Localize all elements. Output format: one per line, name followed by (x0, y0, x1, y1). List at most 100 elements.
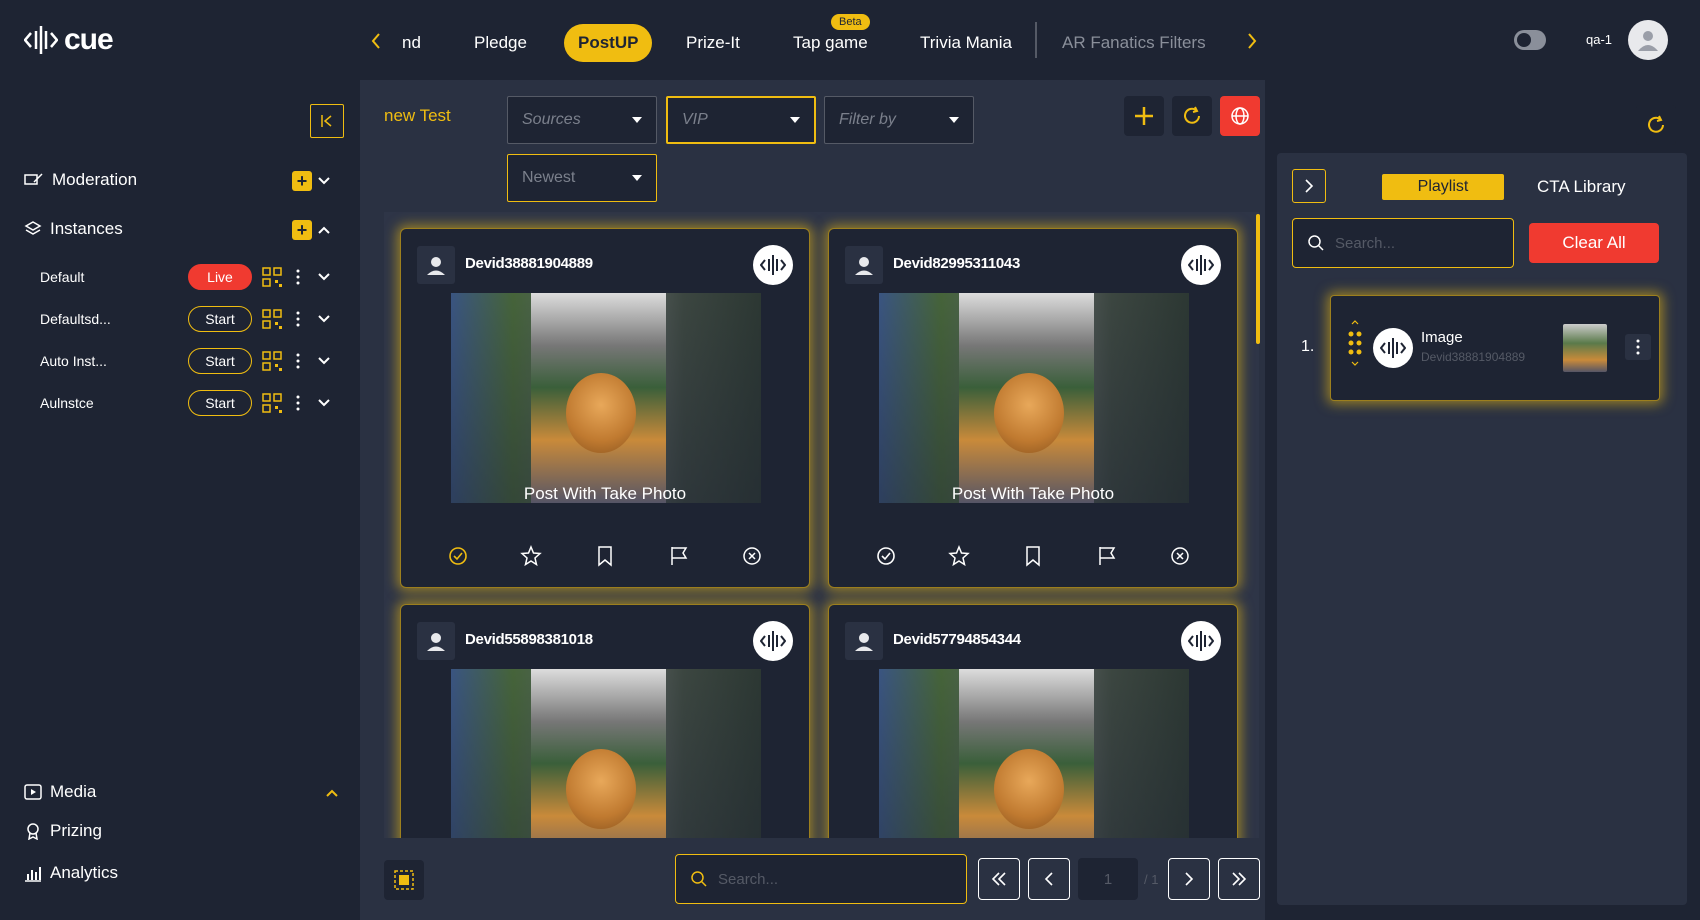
add-button[interactable] (1124, 96, 1164, 136)
nav-next-icon[interactable] (1246, 32, 1258, 50)
qr-code-icon[interactable] (262, 351, 284, 373)
globe-button[interactable] (1220, 96, 1260, 136)
tab-nd[interactable]: nd (402, 24, 421, 62)
reject-button[interactable] (740, 544, 764, 568)
post-photo[interactable] (959, 293, 1094, 503)
add-instance-button[interactable]: + (292, 220, 312, 240)
sidebar-label-instances: Instances (50, 219, 123, 238)
vip-dropdown[interactable]: VIP (666, 96, 816, 144)
star-button[interactable] (519, 544, 543, 568)
flag-button[interactable] (1095, 544, 1119, 568)
cue-badge-icon[interactable] (1181, 245, 1221, 285)
qr-code-icon[interactable] (262, 309, 284, 331)
chevron-up-icon[interactable] (318, 225, 330, 235)
page-number-input[interactable]: 1 (1078, 858, 1138, 900)
qr-code-icon[interactable] (262, 267, 284, 289)
flag-icon (1098, 547, 1115, 565)
grid-scrollbar[interactable] (1256, 214, 1260, 344)
tab-prize-it[interactable]: Prize-It (686, 24, 740, 62)
chevron-right-icon (1185, 872, 1194, 886)
caret-down-icon (632, 175, 642, 181)
qr-code-icon[interactable] (262, 393, 284, 415)
more-vertical-icon[interactable] (296, 310, 300, 328)
chevron-down-icon[interactable] (318, 398, 330, 408)
sidebar-item-moderation[interactable]: Moderation (24, 170, 137, 190)
more-vertical-icon[interactable] (296, 268, 300, 286)
more-vertical-icon[interactable] (296, 352, 300, 370)
tab-ar-fanatics-filters[interactable]: AR Fanatics Filters (1062, 24, 1206, 62)
expand-panel-button[interactable] (1292, 169, 1326, 203)
user-name: qa-1 (1586, 32, 1613, 47)
sources-dropdown[interactable]: Sources (507, 96, 657, 144)
filter-by-dropdown[interactable]: Filter by (824, 96, 974, 144)
instance-row-auto-inst[interactable]: Auto Inst... Start (40, 346, 350, 376)
post-card[interactable]: Devid55898381018 (400, 604, 810, 838)
cue-badge-icon[interactable] (1181, 621, 1221, 661)
clear-all-button[interactable]: Clear All (1529, 223, 1659, 263)
nav-prev-icon[interactable] (370, 32, 382, 50)
tab-pledge[interactable]: Pledge (474, 24, 527, 62)
post-actions (401, 544, 809, 568)
first-page-button[interactable] (978, 858, 1020, 900)
post-card[interactable]: Devid57794854344 (828, 604, 1238, 838)
post-card[interactable]: Devid82995311043 Post With Take Photo (828, 228, 1238, 588)
chevron-down-icon[interactable] (318, 314, 330, 324)
approve-button[interactable] (446, 544, 470, 568)
more-vertical-icon[interactable] (296, 394, 300, 412)
chevron-down-icon[interactable] (318, 176, 330, 186)
tab-playlist[interactable]: Playlist (1382, 174, 1504, 200)
post-photo[interactable] (531, 293, 666, 503)
cue-badge-icon[interactable] (753, 621, 793, 661)
moderation-icon (24, 173, 43, 185)
plus-icon (1135, 107, 1153, 125)
refresh-button[interactable] (1172, 96, 1212, 136)
sidebar-item-instances[interactable]: Instances (24, 219, 123, 239)
approve-button[interactable] (874, 544, 898, 568)
post-card[interactable]: Devid38881904889 Post With Take Photo (400, 228, 810, 588)
tab-tap-game[interactable]: Tap game Beta (793, 14, 870, 62)
bookmark-button[interactable] (593, 544, 617, 568)
next-page-button[interactable] (1168, 858, 1210, 900)
collapse-sidebar-button[interactable] (310, 104, 344, 138)
live-button[interactable]: Live (188, 264, 252, 290)
post-photo[interactable] (959, 669, 1094, 838)
prev-page-button[interactable] (1028, 858, 1070, 900)
chevron-up-icon[interactable] (326, 788, 338, 798)
instance-row-defaultsd[interactable]: Defaultsd... Start (40, 304, 350, 334)
start-button[interactable]: Start (188, 306, 252, 332)
theme-toggle[interactable] (1514, 30, 1546, 50)
drag-handle-icon[interactable] (1347, 318, 1363, 374)
tab-trivia-mania[interactable]: Trivia Mania (920, 24, 1012, 62)
start-button[interactable]: Start (188, 390, 252, 416)
instance-row-default[interactable]: Default Live (40, 262, 350, 292)
refresh-icon (1184, 106, 1200, 124)
sidebar-item-prizing[interactable]: Prizing (24, 821, 102, 841)
bookmark-button[interactable] (1021, 544, 1045, 568)
add-moderation-button[interactable]: + (292, 171, 312, 191)
start-button[interactable]: Start (188, 348, 252, 374)
post-caption: Post With Take Photo (951, 484, 1115, 503)
reject-button[interactable] (1168, 544, 1192, 568)
playlist-item[interactable]: Image Devid38881904889 (1330, 295, 1660, 401)
tab-cta-library[interactable]: CTA Library (1537, 177, 1626, 197)
playlist-index: 1. (1301, 338, 1315, 355)
sidebar-item-media[interactable]: Media (24, 782, 96, 802)
sidebar-item-analytics[interactable]: Analytics (24, 863, 118, 883)
last-page-button[interactable] (1218, 858, 1260, 900)
right-refresh-button[interactable] (1636, 105, 1676, 145)
flag-button[interactable] (667, 544, 691, 568)
playlist-search-field[interactable]: Search... (1292, 218, 1514, 268)
post-photo[interactable] (531, 669, 666, 838)
post-search-field[interactable]: Search... (675, 854, 967, 904)
user-avatar[interactable] (1628, 20, 1668, 60)
chevron-down-icon[interactable] (318, 356, 330, 366)
cue-badge-icon[interactable] (753, 245, 793, 285)
select-all-button[interactable] (384, 860, 424, 900)
instance-row-aulnstce[interactable]: Aulnstce Start (40, 388, 350, 418)
chevron-down-icon[interactable] (318, 272, 330, 282)
cue-logo[interactable]: cue (24, 20, 114, 60)
sort-dropdown[interactable]: Newest (507, 154, 657, 202)
star-button[interactable] (947, 544, 971, 568)
tab-postup[interactable]: PostUP (564, 24, 653, 62)
playlist-item-menu-button[interactable] (1625, 334, 1651, 360)
